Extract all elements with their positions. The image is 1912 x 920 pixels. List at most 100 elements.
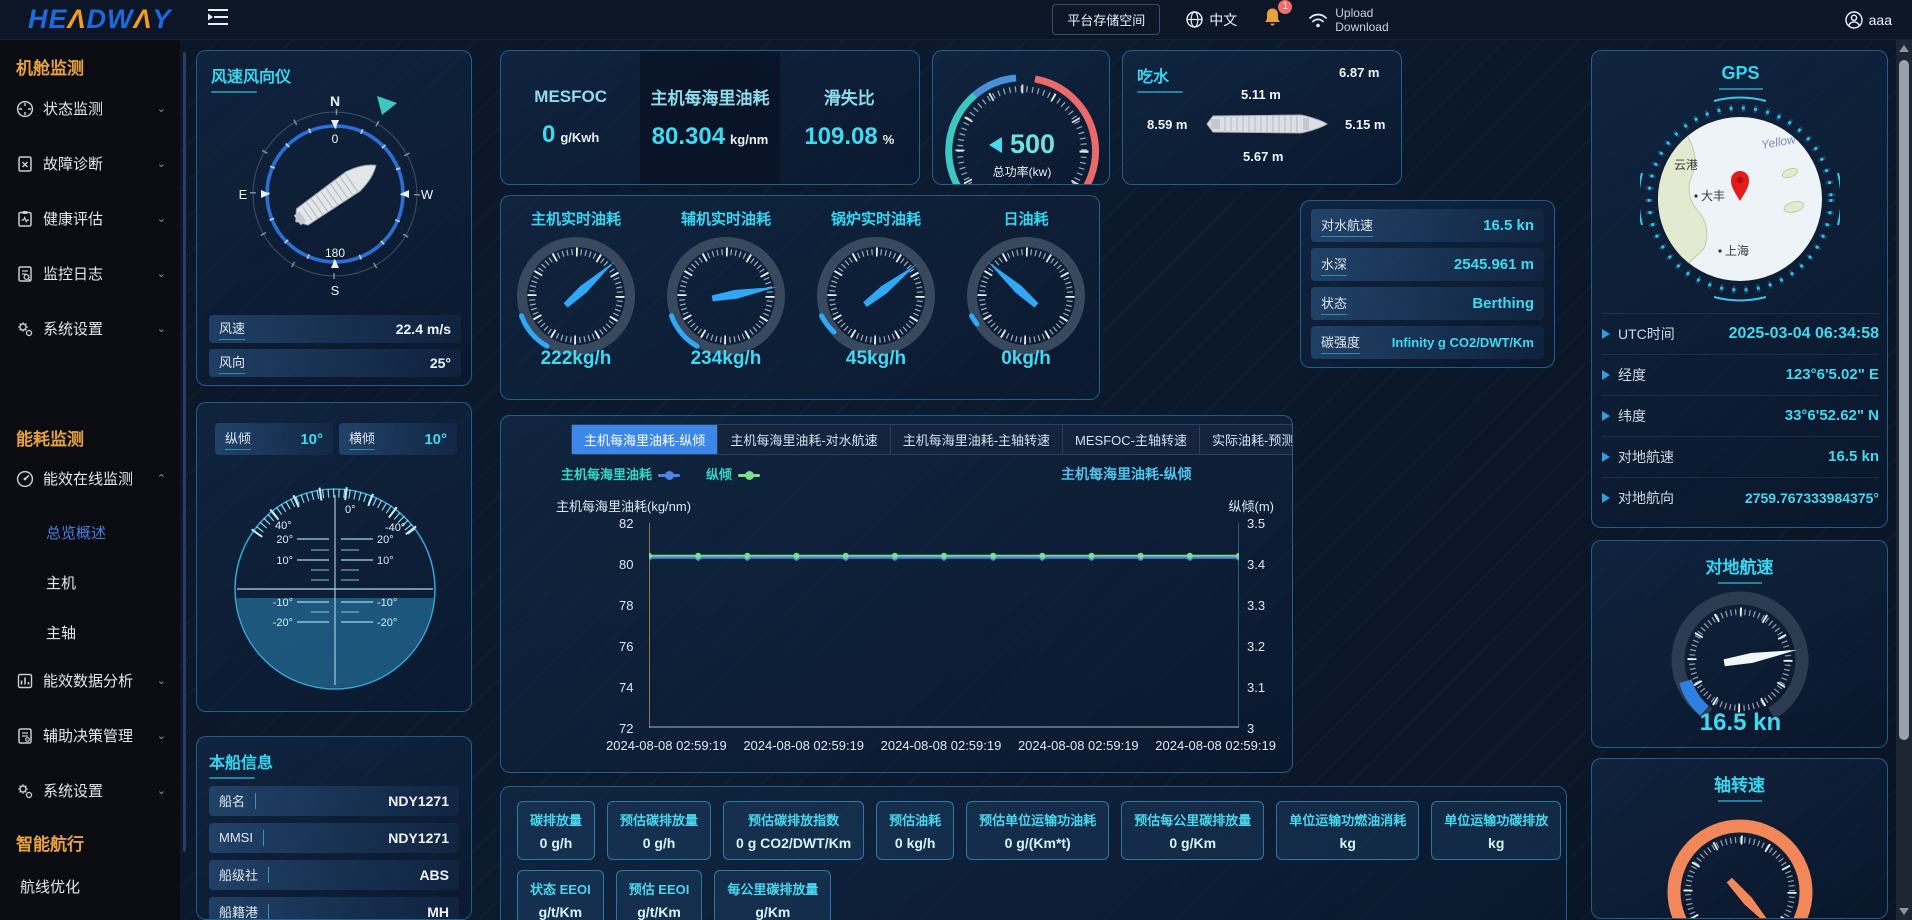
window-scrollbar[interactable] [1896,40,1912,920]
svg-text:-10°: -10° [273,597,293,609]
fuel-consumption-gauges-panel: 主机实时油耗 222kg/h 辅机实时油耗 234kg/h 锅炉实时油耗 [500,195,1100,400]
tab-mesfoc-shaft-rpm[interactable]: MESFOC-主轴转速 [1063,425,1200,454]
draft-top: 5.11 m [1241,87,1281,102]
sidebar-section-engine-room: 机舱监测 [0,54,84,79]
notification-bell[interactable]: 1 [1263,7,1282,32]
sidebar-section-smart-navigation: 智能航行 [0,830,84,855]
sidebar-subitem-main-engine[interactable]: 主机 [46,572,76,593]
total-power-label: 总功率(kw) [933,163,1110,180]
pointer-triangle-icon [989,137,1002,153]
total-power-value: 500 [933,129,1110,160]
triangle-bullet-icon [1602,370,1610,380]
scrollbar-thumb[interactable] [1899,60,1909,740]
badge-est-carbon-per-km: 预估每公里碳排放量0 g/Km [1121,801,1264,860]
sidebar-item-status-monitor[interactable]: 状态监测⌄ [0,98,180,119]
user-menu[interactable]: aaa [1845,11,1892,29]
sog-title: 对地航速 [1706,553,1774,584]
emissions-row-2: 状态 EEOIg/t/Km 预估 EEOIg/t/Km 每公里碳排放量g/Km [517,870,1550,920]
emissions-row-1: 碳排放量0 g/h 预估碳排放量0 g/h 预估碳排放指数0 g CO2/DWT… [517,801,1550,860]
legend-series-trim[interactable]: 纵倾 [706,464,760,483]
sidebar-scrollbar[interactable] [183,52,186,852]
tab-fuel-trim[interactable]: 主机每海里油耗-纵倾 [572,425,718,454]
monitor-log-icon [16,265,34,283]
main-engine-fuel-gauge: 主机实时油耗 222kg/h [501,208,651,399]
badge-transport-carbon: 单位运输功碳排放kg [1431,801,1561,860]
energy-online-icon [16,470,34,488]
status-row: 状态Berthing [1311,287,1544,320]
storage-space-button[interactable]: 平台存储空间 [1052,4,1160,35]
compass: N S E W 0 180 [213,79,457,309]
sidebar-item-monitor-log[interactable]: 监控日志⌄ [0,263,180,284]
sidebar-subitem-main-shaft[interactable]: 主轴 [46,622,76,643]
ytick-left: 78 [619,598,633,613]
svg-text:-10°: -10° [377,597,397,609]
sidebar-item-system-settings-1[interactable]: 系统设置⌄ [0,318,180,339]
stw-row: 对水航速16.5 kn [1311,209,1544,242]
decision-support-icon [16,727,34,745]
ytick-right: 3.4 [1247,557,1265,572]
ship-info-title: 本船信息 [209,749,459,779]
data-analysis-icon [16,672,34,690]
scrollbar-up-arrow-icon[interactable] [1899,45,1909,52]
ytick-right: 3 [1247,721,1254,736]
cog-row: 对地航向2759.767333984375° [1602,477,1879,517]
scrollbar-down-arrow-icon[interactable] [1899,908,1909,915]
navigation-info-panel: 对水航速16.5 kn 水深2545.961 m 状态Berthing 碳强度I… [1300,200,1555,368]
sidebar-item-decision-support[interactable]: 辅助决策管理⌄ [0,725,180,746]
inclinometer-panel: 纵倾10° 横倾10° 0° [196,402,472,712]
gps-panel: GPS Yellow Sea 云港 大丰 上海 京 [1591,50,1888,528]
wifi-icon [1308,12,1328,28]
sog-value: 16.5 kn [1592,709,1888,737]
svg-text:N: N [330,93,340,109]
globe-icon [1186,11,1203,28]
draft-fore: 6.87 m [1339,65,1379,80]
triangle-bullet-icon [1602,452,1610,462]
svg-text:W: W [421,187,434,202]
draft-left: 8.59 m [1147,117,1187,132]
svg-text:云港: 云港 [1674,158,1698,172]
draft-panel: 吃水 6.87 m 5.11 m 8.59 m 5.15 m 5.67 m [1122,50,1402,185]
sidebar-collapse-icon[interactable] [206,8,230,31]
ship-top-view-icon [289,155,383,231]
language-switcher[interactable]: 中文 [1186,10,1237,30]
sidebar-item-energy-online-monitor[interactable]: 能效在线监测⌃ [0,468,180,489]
status-monitor-icon [16,100,34,118]
ship-name-row: 船名NDY1271 [209,786,459,816]
upload-download-button[interactable]: UploadDownload [1308,6,1388,34]
ytick-right: 3.1 [1247,680,1265,695]
ytick-left: 74 [619,680,633,695]
wind-speed-row: 风速22.4 m/s [209,315,461,343]
svg-text:180: 180 [325,246,345,260]
x-axis-labels: 2024-08-08 02:59:19 2024-08-08 02:59:19 … [606,738,1276,753]
sidebar-item-system-settings-2[interactable]: 系统设置⌄ [0,780,180,801]
top-header: HEΛDWΛY 平台存储空间 中文 1 UploadDownload aaa [0,0,1912,40]
tab-fuel-shaft-rpm[interactable]: 主机每海里油耗-主轴转速 [891,425,1063,454]
user-icon [1845,11,1863,29]
badge-carbon-per-km: 每公里碳排放量g/Km [714,870,831,920]
ytick-right: 3.3 [1247,598,1265,613]
sidebar-section-energy-monitor: 能耗监测 [0,425,84,450]
fuel-per-nm-col: 主机每海里油耗 80.304kg/nm [640,51,779,184]
ytick-left: 82 [619,516,633,531]
fault-diagnosis-icon [16,155,34,173]
headway-logo: HEΛDWΛY [28,4,172,35]
sidebar-item-health-evaluation[interactable]: 健康评估⌄ [0,208,180,229]
sidebar-item-fault-diagnosis[interactable]: 故障诊断⌄ [0,153,180,174]
badge-est-fuel: 预估油耗0 kg/h [876,801,954,860]
notification-count-badge: 1 [1278,0,1292,14]
ytick-left: 76 [619,639,633,654]
dashboard-root: HEΛDWΛY 平台存储空间 中文 1 UploadDownload aaa [0,0,1912,920]
sidebar-item-route-optimization[interactable]: 航线优化 [20,876,80,897]
svg-text:0°: 0° [345,504,356,516]
svg-text:20°: 20° [276,534,293,546]
badge-est-eeoi: 预估 EEOIg/t/Km [616,870,703,920]
svg-text:上海: 上海 [1725,243,1749,258]
tab-actual-vs-predicted[interactable]: 实际油耗-预测油耗 [1200,425,1293,454]
aux-engine-fuel-gauge: 辅机实时油耗 234kg/h [651,208,801,399]
svg-text:E: E [239,187,248,202]
tab-fuel-stw[interactable]: 主机每海里油耗-对水航速 [718,425,890,454]
legend-series-fuel[interactable]: 主机每海里油耗 [561,464,680,483]
sidebar-item-energy-data-analysis[interactable]: 能效数据分析⌄ [0,670,180,691]
sidebar-subitem-overview[interactable]: 总览概述 [46,522,106,543]
pitch-box: 纵倾10° [215,423,333,455]
